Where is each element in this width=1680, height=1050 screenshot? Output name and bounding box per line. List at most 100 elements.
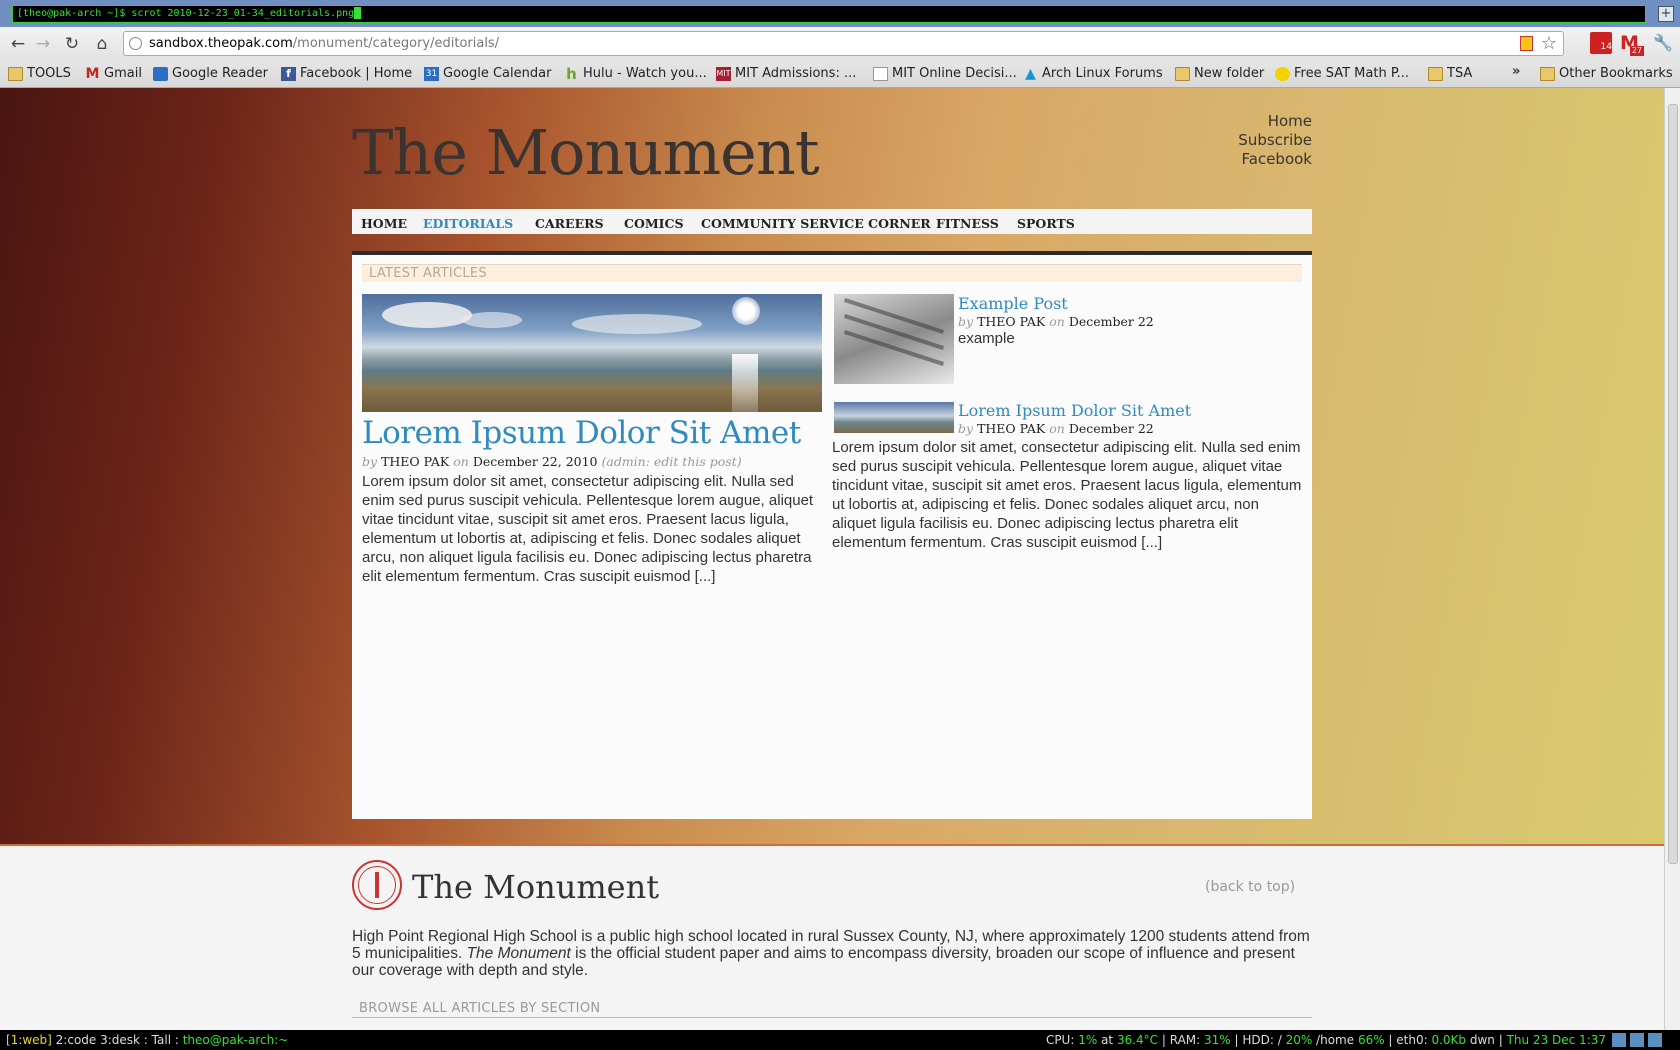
terminal-window: [theo@pak-arch ~]$ scrot 2010-12-23_01-3… xyxy=(0,0,1680,27)
tray-icon[interactable] xyxy=(1648,1033,1662,1047)
author-link[interactable]: THEO PAK xyxy=(977,314,1045,329)
sun-shape xyxy=(732,297,760,325)
top-link-facebook[interactable]: Facebook xyxy=(1150,150,1312,169)
cloud-shape xyxy=(572,314,702,334)
author-link[interactable]: THEO PAK xyxy=(381,454,449,469)
nav-fitness[interactable]: FITNESS xyxy=(936,216,999,231)
latest-articles-heading: LATEST ARTICLES xyxy=(362,264,1302,282)
wrench-icon[interactable]: 🔧 xyxy=(1653,32,1675,54)
bookmark-hulu[interactable]: h Hulu - Watch you... xyxy=(564,66,707,81)
clock: Thu 23 Dec 1:37 xyxy=(1506,1033,1606,1047)
bookmark-new-folder[interactable]: New folder xyxy=(1175,66,1264,81)
admin-edit-link[interactable]: (admin: edit this post) xyxy=(602,454,742,469)
nav-home[interactable]: HOME xyxy=(361,216,407,231)
nav-editorials[interactable]: EDITORIALS xyxy=(423,216,513,231)
active-workspace[interactable]: [1:web] xyxy=(6,1033,52,1047)
side-post-excerpt: example xyxy=(958,330,1015,347)
bookmark-gmail[interactable]: M Gmail xyxy=(85,66,142,81)
terminal-cursor xyxy=(354,7,362,19)
site-title[interactable]: The Monument xyxy=(352,116,820,189)
site-footer: The Monument (back to top) High Point Re… xyxy=(0,844,1664,1030)
reload-button[interactable]: ↻ xyxy=(62,34,82,54)
side-post-meta: by THEO PAK on December 22 xyxy=(958,314,1154,329)
web-page: The Monument Home Subscribe Facebook HOM… xyxy=(0,88,1664,1030)
bookmark-google-calendar[interactable]: 31 Google Calendar xyxy=(424,66,551,81)
back-button[interactable]: ← xyxy=(8,34,28,54)
lorem-post-thumbnail[interactable] xyxy=(834,402,954,433)
bookmark-tsa[interactable]: TSA xyxy=(1428,66,1472,81)
cloud-shape xyxy=(462,312,522,328)
folder-icon xyxy=(1175,66,1190,81)
side-post-title[interactable]: Example Post xyxy=(958,294,1068,313)
mit-icon: MIT xyxy=(716,66,731,81)
system-monitor: CPU: 1% at 36.4°C | RAM: 31% | HDD: / 20… xyxy=(1045,1033,1606,1047)
terminal-prompt[interactable]: [theo@pak-arch ~]$ scrot 2010-12-23_01-3… xyxy=(12,5,1646,23)
gmail-badge: 27 xyxy=(1629,46,1644,56)
nav-community-service-corner[interactable]: COMMUNITY SERVICE CORNER xyxy=(701,216,931,231)
folder-icon xyxy=(1540,66,1555,81)
bookmark-mit-admissions[interactable]: MIT MIT Admissions: ... xyxy=(716,66,856,81)
newspaper-fold xyxy=(843,298,945,334)
side-post-title[interactable]: Lorem Ipsum Dolor Sit Amet xyxy=(958,401,1191,420)
bookmark-free-sat-math[interactable]: Free SAT Math P... xyxy=(1275,66,1409,81)
bookmark-google-reader[interactable]: Google Reader xyxy=(153,66,268,81)
bookmark-tools[interactable]: TOOLS xyxy=(8,66,71,81)
other-bookmarks[interactable]: Other Bookmarks xyxy=(1540,66,1673,81)
home-button[interactable]: ⌂ xyxy=(92,34,112,54)
star-icon[interactable]: ☆ xyxy=(1541,33,1557,54)
top-link-subscribe[interactable]: Subscribe xyxy=(1150,131,1312,150)
tray-icon[interactable] xyxy=(1612,1033,1626,1047)
pdf-extension-icon[interactable]: 14 xyxy=(1590,32,1612,54)
browse-sections-heading: BROWSE ALL ARTICLES BY SECTION xyxy=(352,1001,1312,1018)
post-date: December 22, 2010 xyxy=(472,454,598,469)
bookmark-facebook[interactable]: f Facebook | Home xyxy=(281,66,412,81)
document-icon xyxy=(873,66,888,81)
folder-icon xyxy=(8,66,23,81)
bookmark-mit-online-decision[interactable]: MIT Online Decisi... xyxy=(873,66,1017,81)
address-bar[interactable]: sandbox.theopak.com/monument/category/ed… xyxy=(123,31,1564,56)
footer-title: The Monument xyxy=(412,868,660,906)
featured-article-image[interactable] xyxy=(362,294,822,412)
newspaper-fold xyxy=(843,330,945,366)
featured-article-excerpt: Lorem ipsum dolor sit amet, consectetur … xyxy=(362,473,814,585)
side-post-excerpt: Lorem ipsum dolor sit amet, consectetur … xyxy=(832,439,1302,551)
hulu-icon: h xyxy=(566,64,577,83)
top-link-home[interactable]: Home xyxy=(1150,112,1312,131)
browser-toolbar: ← → ↻ ⌂ sandbox.theopak.com/monument/cat… xyxy=(0,27,1680,61)
nav-careers[interactable]: CAREERS xyxy=(535,216,604,231)
featured-article-meta: by THEO PAK on December 22, 2010 (admin:… xyxy=(362,454,742,469)
nav-comics[interactable]: COMICS xyxy=(624,216,684,231)
url-text: sandbox.theopak.com/monument/category/ed… xyxy=(149,36,500,51)
section-nav: HOME EDITORIALS CAREERS COMICS COMMUNITY… xyxy=(352,209,1312,234)
nav-sports[interactable]: SPORTS xyxy=(1017,216,1075,231)
pdf-badge: 14 xyxy=(1600,42,1612,52)
example-post-thumbnail[interactable] xyxy=(834,294,954,384)
sat-icon xyxy=(1275,66,1290,81)
cloud-shape xyxy=(382,302,472,328)
newspaper-fold xyxy=(843,314,945,350)
featured-article-title[interactable]: Lorem Ipsum Dolor Sit Amet xyxy=(362,415,801,451)
bookmark-arch-linux-forums[interactable]: ▲ Arch Linux Forums xyxy=(1023,66,1163,81)
page-scrollbar[interactable] xyxy=(1664,88,1680,1030)
bookmarks-bar: TOOLS M Gmail Google Reader f Facebook | H… xyxy=(0,61,1680,88)
content-panel: LATEST ARTICLES Lorem Ipsum Dolor Sit Am… xyxy=(352,251,1312,819)
sun-reflection xyxy=(732,354,758,412)
side-post-meta: by THEO PAK on December 22 xyxy=(958,421,1154,436)
workspace-list: [1:web] 2:code 3:desk : Tall : theo@pak-… xyxy=(6,1033,289,1047)
new-tab-button[interactable]: + xyxy=(1658,6,1674,22)
gmail-icon: M xyxy=(85,65,100,82)
facebook-icon: f xyxy=(281,66,296,81)
system-status-bar: [1:web] 2:code 3:desk : Tall : theo@pak-… xyxy=(0,1030,1680,1050)
gmail-checker-icon[interactable]: M 27 xyxy=(1620,32,1644,56)
bookmarks-overflow-button[interactable]: » xyxy=(1512,64,1520,79)
scrollbar-thumb[interactable] xyxy=(1668,104,1678,864)
arch-icon: ▲ xyxy=(1025,65,1036,82)
author-link[interactable]: THEO PAK xyxy=(977,421,1045,436)
folder-icon xyxy=(1428,66,1443,81)
google-reader-icon xyxy=(153,66,168,81)
top-links: Home Subscribe Facebook xyxy=(1150,112,1312,169)
bookmark-extension-icon[interactable] xyxy=(1520,36,1533,51)
tray-icon[interactable] xyxy=(1630,1033,1644,1047)
back-to-top-link[interactable]: (back to top) xyxy=(1205,879,1295,895)
forward-button[interactable]: → xyxy=(33,34,53,54)
